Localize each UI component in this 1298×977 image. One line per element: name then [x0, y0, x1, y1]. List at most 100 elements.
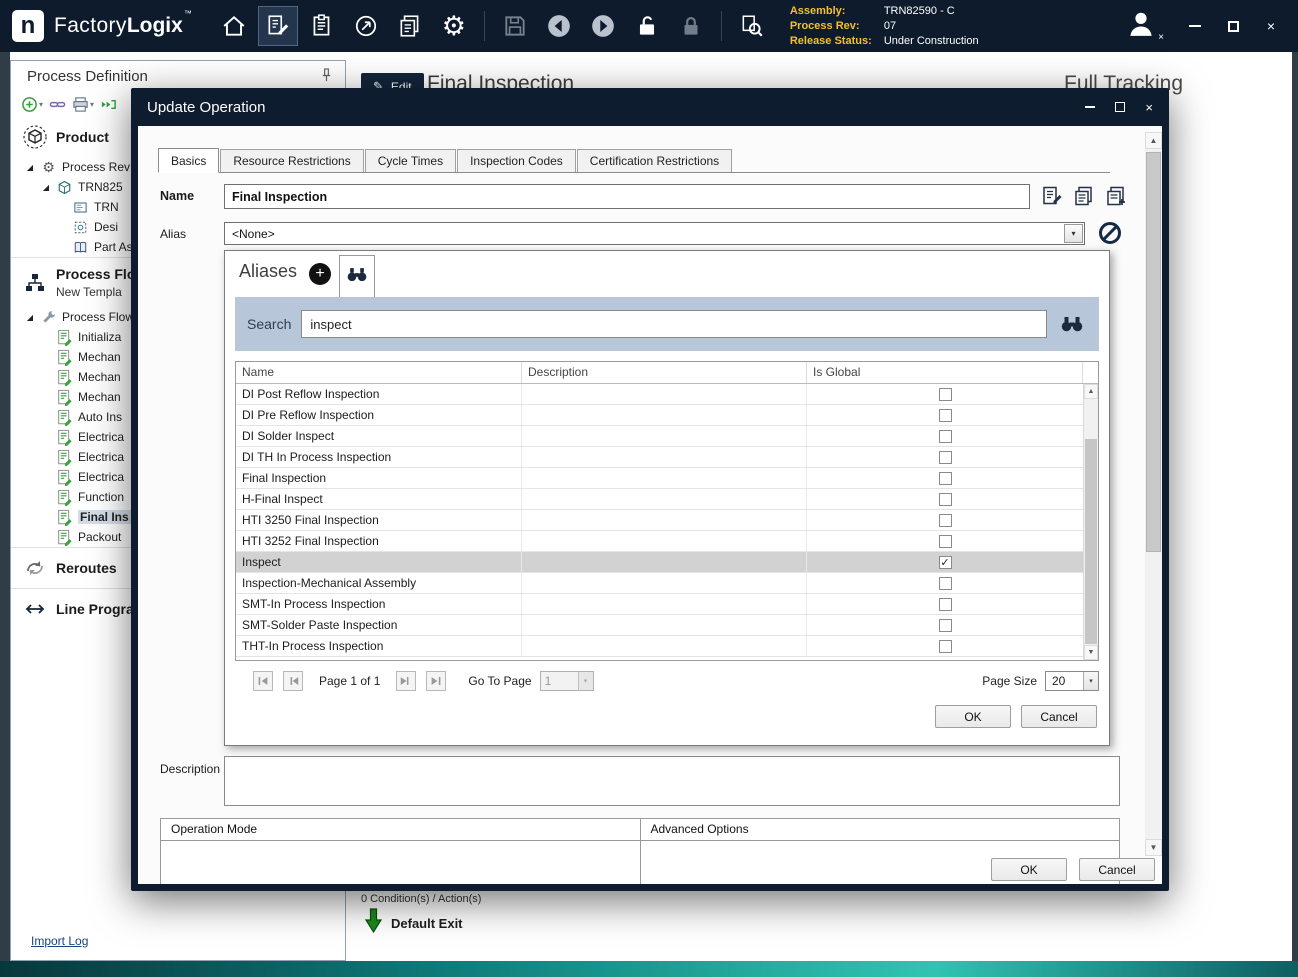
documents-icon[interactable] [390, 6, 430, 46]
last-page-button[interactable] [426, 671, 446, 691]
tab-certification-restrictions[interactable]: Certification Restrictions [577, 149, 732, 172]
scroll-up-icon[interactable]: ▲ [1084, 384, 1098, 399]
import-log-link[interactable]: Import Log [31, 934, 88, 948]
user-icon[interactable]: × [1126, 9, 1160, 43]
tab-basics[interactable]: Basics [158, 148, 219, 173]
is-global-checkbox[interactable] [939, 388, 952, 401]
is-global-checkbox[interactable] [939, 556, 952, 569]
add-icon[interactable]: ▾ [21, 93, 43, 115]
brand-factory: Factory [54, 14, 127, 37]
tab-resource-restrictions[interactable]: Resource Restrictions [220, 149, 363, 172]
is-global-checkbox[interactable] [939, 430, 952, 443]
alias-row-final-inspection[interactable]: Final Inspection [236, 468, 1083, 489]
navigate-icon[interactable] [346, 6, 386, 46]
alias-row-inspection-mechanical-assembly[interactable]: Inspection-Mechanical Assembly [236, 573, 1083, 594]
copy-icon[interactable] [1072, 184, 1096, 208]
is-global-checkbox[interactable] [939, 472, 952, 485]
alias-row-hti-3252-final-inspection[interactable]: HTI 3252 Final Inspection [236, 531, 1083, 552]
column-header-is-global[interactable]: Is Global [807, 362, 1083, 383]
expander-icon[interactable]: ◢ [41, 183, 51, 192]
previous-page-button[interactable] [283, 671, 303, 691]
link-icon[interactable] [49, 93, 66, 115]
is-global-checkbox[interactable] [939, 640, 952, 653]
dialog-scrollbar[interactable]: ▲ ▼ [1145, 132, 1162, 856]
minimize-button[interactable] [1188, 19, 1202, 33]
default-exit[interactable]: Default Exit [365, 908, 463, 939]
alias-row-di-pre-reflow-inspection[interactable]: DI Pre Reflow Inspection [236, 405, 1083, 426]
description-input[interactable] [224, 756, 1120, 806]
search-input[interactable] [301, 310, 1047, 338]
alias-is-global-cell [807, 594, 1083, 614]
name-input[interactable] [224, 184, 1030, 209]
dialog-scrollbar-thumb[interactable] [1146, 152, 1161, 552]
alias-dropdown[interactable]: <None> ▾ [224, 222, 1085, 245]
popup-ok-button[interactable]: OK [935, 705, 1011, 728]
conditions-summary[interactable]: 0 Condition(s) / Action(s) [361, 890, 489, 905]
is-global-checkbox[interactable] [939, 619, 952, 632]
dialog-scroll-up-icon[interactable]: ▲ [1145, 132, 1162, 149]
is-global-checkbox[interactable] [939, 535, 952, 548]
edit-icon[interactable] [258, 6, 298, 46]
search-icon[interactable] [1057, 316, 1087, 332]
alias-row-smt-in-process-inspection[interactable]: SMT-In Process Inspection [236, 594, 1083, 615]
window-controls: × [1188, 19, 1278, 33]
alias-row-di-solder-inspect[interactable]: DI Solder Inspect [236, 426, 1083, 447]
tab-inspection-codes[interactable]: Inspection Codes [457, 149, 576, 172]
alias-row-tht-in-process-inspection[interactable]: THT-In Process Inspection [236, 636, 1083, 657]
pin-icon[interactable] [320, 68, 333, 87]
first-page-button[interactable] [253, 671, 273, 691]
is-global-checkbox[interactable] [939, 451, 952, 464]
unlock-icon[interactable] [627, 6, 667, 46]
column-header-description[interactable]: Description [522, 362, 807, 383]
expander-icon[interactable]: ◢ [25, 313, 35, 322]
dialog-titlebar[interactable]: Update Operation × [131, 88, 1169, 126]
dialog-minimize-button[interactable] [1085, 106, 1095, 108]
dialog-cancel-button[interactable]: Cancel [1079, 858, 1155, 881]
maximize-button[interactable] [1226, 19, 1240, 33]
save-icon[interactable] [495, 6, 535, 46]
alias-row-smt-solder-paste-inspection[interactable]: SMT-Solder Paste Inspection [236, 615, 1083, 636]
alias-dropdown-button[interactable]: ▾ [1064, 224, 1083, 243]
settings-icon[interactable]: ⚙ [434, 6, 474, 46]
table-scrollbar[interactable]: ▲ ▼ [1083, 384, 1098, 660]
next-page-button[interactable] [396, 671, 416, 691]
search-tab[interactable] [339, 255, 375, 297]
copy-add-icon[interactable] [1104, 184, 1128, 208]
column-header-name[interactable]: Name [236, 362, 522, 383]
scrollbar-thumb[interactable] [1085, 439, 1097, 644]
is-global-checkbox[interactable] [939, 514, 952, 527]
close-button[interactable]: × [1264, 19, 1278, 33]
popup-cancel-button[interactable]: Cancel [1021, 705, 1097, 728]
alias-row-di-post-reflow-inspection[interactable]: DI Post Reflow Inspection [236, 384, 1083, 405]
doc-icon [56, 469, 73, 486]
sync-icon[interactable] [100, 93, 117, 115]
dialog-close-button[interactable]: × [1145, 101, 1153, 114]
scroll-down-icon[interactable]: ▼ [1084, 645, 1098, 660]
goto-page-select[interactable]: ▾ [540, 671, 594, 691]
is-global-checkbox[interactable] [939, 577, 952, 590]
clear-alias-icon[interactable] [1099, 222, 1121, 244]
alias-row-h-final-inspect[interactable]: H-Final Inspect [236, 489, 1083, 510]
is-global-checkbox[interactable] [939, 409, 952, 422]
dialog-scroll-down-icon[interactable]: ▼ [1145, 839, 1162, 856]
expander-icon[interactable]: ◢ [25, 163, 35, 172]
dialog-maximize-button[interactable] [1115, 102, 1125, 112]
edit-text-icon[interactable] [1040, 184, 1064, 208]
alias-row-di-th-in-process-inspection[interactable]: DI TH In Process Inspection [236, 447, 1083, 468]
print-icon[interactable]: ▾ [72, 93, 94, 115]
back-icon[interactable] [539, 6, 579, 46]
alias-row-hti-3250-final-inspection[interactable]: HTI 3250 Final Inspection [236, 510, 1083, 531]
lock-icon[interactable] [671, 6, 711, 46]
find-icon[interactable] [732, 6, 772, 46]
add-alias-button[interactable]: + [309, 263, 331, 285]
alias-is-global-cell [807, 615, 1083, 635]
page-size-select[interactable]: 20▾ [1045, 671, 1099, 691]
clipboard-icon[interactable] [302, 6, 342, 46]
is-global-checkbox[interactable] [939, 598, 952, 611]
is-global-checkbox[interactable] [939, 493, 952, 506]
forward-icon[interactable] [583, 6, 623, 46]
dialog-ok-button[interactable]: OK [991, 858, 1067, 881]
alias-row-inspect[interactable]: Inspect [236, 552, 1083, 573]
home-icon[interactable] [214, 6, 254, 46]
tab-cycle-times[interactable]: Cycle Times [365, 149, 456, 172]
